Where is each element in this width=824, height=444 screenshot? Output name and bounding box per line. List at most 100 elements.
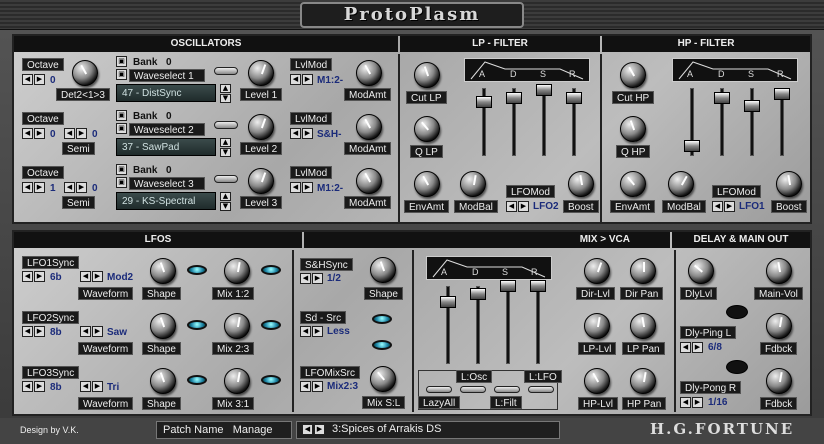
ping-l-next-arrow[interactable]: ▶ [692,342,703,353]
vca-fader-1[interactable] [440,296,456,308]
hp-fader-1[interactable] [684,140,700,152]
modamt-knob[interactable] [356,168,382,194]
level-knob[interactable] [248,168,274,194]
lfomixsrc-prev-arrow[interactable]: ◀ [300,381,311,392]
lfo-mix-knob[interactable] [224,368,250,394]
lfo-led[interactable] [187,375,207,385]
hp-lvl-knob[interactable] [584,368,610,394]
wave-toggle[interactable] [214,67,238,75]
patch-name-button[interactable]: Patch Name [163,424,224,436]
waveselect-icon[interactable]: ▣ [116,69,127,80]
sh-sync-prev-arrow[interactable]: ◀ [300,273,311,284]
octave-2-next-arrow[interactable]: ▶ [34,128,45,139]
pong-r-prev-arrow[interactable]: ◀ [680,397,691,408]
fdbck-2-knob[interactable] [766,368,792,394]
waveselect-label[interactable]: Waveselect 1 [129,69,205,82]
cut-hp-knob[interactable] [620,62,646,88]
fdbck-1-knob[interactable] [766,313,792,339]
lfomod-lp-next-arrow[interactable]: ▶ [518,201,529,212]
main-vol-knob[interactable] [766,258,792,284]
bank-select[interactable]: ▣ [116,56,127,67]
semi-3-prev-arrow[interactable]: ◀ [64,182,75,193]
wave-toggle[interactable] [214,175,238,183]
mix-sl-knob[interactable] [370,366,396,392]
patch-up-arrow[interactable]: ▲ [220,84,231,93]
waveselect-icon[interactable]: ▣ [116,123,127,134]
octave-1-next-arrow[interactable]: ▶ [34,74,45,85]
bank-select[interactable]: ▣ [116,164,127,175]
lazy-toggle-4[interactable] [528,386,554,393]
semi-2-next-arrow[interactable]: ▶ [76,128,87,139]
hp-pan-knob[interactable] [630,368,656,394]
lp-fader-4[interactable] [566,92,582,104]
sh-src-prev-arrow[interactable]: ◀ [300,326,311,337]
modbal-lp-knob[interactable] [460,171,486,197]
lvlmod-3-prev-arrow[interactable]: ◀ [290,182,301,193]
preset-prev-arrow[interactable]: ◀ [302,424,313,435]
envamt-lp-knob[interactable] [414,171,440,197]
patch-down-arrow[interactable]: ▼ [220,202,231,211]
lfo-shape-knob[interactable] [150,258,176,284]
delay-led-2[interactable] [726,360,748,374]
pong-r-next-arrow[interactable]: ▶ [692,397,703,408]
lazy-toggle-1[interactable] [426,386,452,393]
lfo-sync-1-prev-arrow[interactable]: ◀ [22,271,33,282]
lfo-wave-2-prev-arrow[interactable]: ◀ [80,326,91,337]
patch-up-arrow[interactable]: ▲ [220,138,231,147]
boost-hp-knob[interactable] [776,171,802,197]
sh-shape-knob[interactable] [370,257,396,283]
vca-fader-2[interactable] [470,288,486,300]
lfo-led[interactable] [187,265,207,275]
cut-lp-knob[interactable] [414,62,440,88]
lfo-mix-knob[interactable] [224,258,250,284]
hp-fader-3[interactable] [744,100,760,112]
lp-lvl-knob[interactable] [584,313,610,339]
sh-src-next-arrow[interactable]: ▶ [312,326,323,337]
patch-up-arrow[interactable]: ▲ [220,192,231,201]
level-knob[interactable] [248,60,274,86]
delay-led[interactable] [726,305,748,319]
lfomixsrc-next-arrow[interactable]: ▶ [312,381,323,392]
lp-pan-knob[interactable] [630,313,656,339]
lfo-sync-1-next-arrow[interactable]: ▶ [34,271,45,282]
patch-down-arrow[interactable]: ▼ [220,94,231,103]
lfo-led[interactable] [187,320,207,330]
lp-fader-1[interactable] [476,96,492,108]
lfo-sync-3-next-arrow[interactable]: ▶ [34,381,45,392]
lp-fader-3[interactable] [536,84,552,96]
lfo-sync-2-prev-arrow[interactable]: ◀ [22,326,33,337]
waveselect-label[interactable]: Waveselect 2 [129,123,205,136]
octave-1-prev-arrow[interactable]: ◀ [22,74,33,85]
lfo-wave-1-prev-arrow[interactable]: ◀ [80,271,91,282]
lvlmod-3-next-arrow[interactable]: ▶ [302,182,313,193]
modbal-hp-knob[interactable] [668,171,694,197]
lfo-shape-knob[interactable] [150,313,176,339]
waveselect-label[interactable]: Waveselect 3 [129,177,205,190]
lfomod-hp-prev-arrow[interactable]: ◀ [712,201,723,212]
waveselect-icon[interactable]: ▣ [116,177,127,188]
bank-select[interactable]: ▣ [116,110,127,121]
wave-toggle[interactable] [214,121,238,129]
lvlmod-1-prev-arrow[interactable]: ◀ [290,74,301,85]
manage-button[interactable]: Manage [233,424,273,436]
modamt-knob[interactable] [356,114,382,140]
patch-down-arrow[interactable]: ▼ [220,148,231,157]
lfo-wave-2-next-arrow[interactable]: ▶ [92,326,103,337]
lfo-mix-knob[interactable] [224,313,250,339]
lazy-toggle-3[interactable] [494,386,520,393]
vca-fader-4[interactable] [530,280,546,292]
lfo-wave-3-next-arrow[interactable]: ▶ [92,381,103,392]
envamt-hp-knob[interactable] [620,171,646,197]
semi-2-prev-arrow[interactable]: ◀ [64,128,75,139]
lvlmod-2-prev-arrow[interactable]: ◀ [290,128,301,139]
octave-3-next-arrow[interactable]: ▶ [34,182,45,193]
vca-fader-3[interactable] [500,280,516,292]
lfo-led[interactable] [261,375,281,385]
lfo-wave-3-prev-arrow[interactable]: ◀ [80,381,91,392]
dir-lvl-knob[interactable] [584,258,610,284]
lfo-led[interactable] [261,265,281,275]
lfo-led[interactable] [261,320,281,330]
dir-pan-knob[interactable] [630,258,656,284]
sh-sync-next-arrow[interactable]: ▶ [312,273,323,284]
sh-led-2[interactable] [372,340,392,350]
